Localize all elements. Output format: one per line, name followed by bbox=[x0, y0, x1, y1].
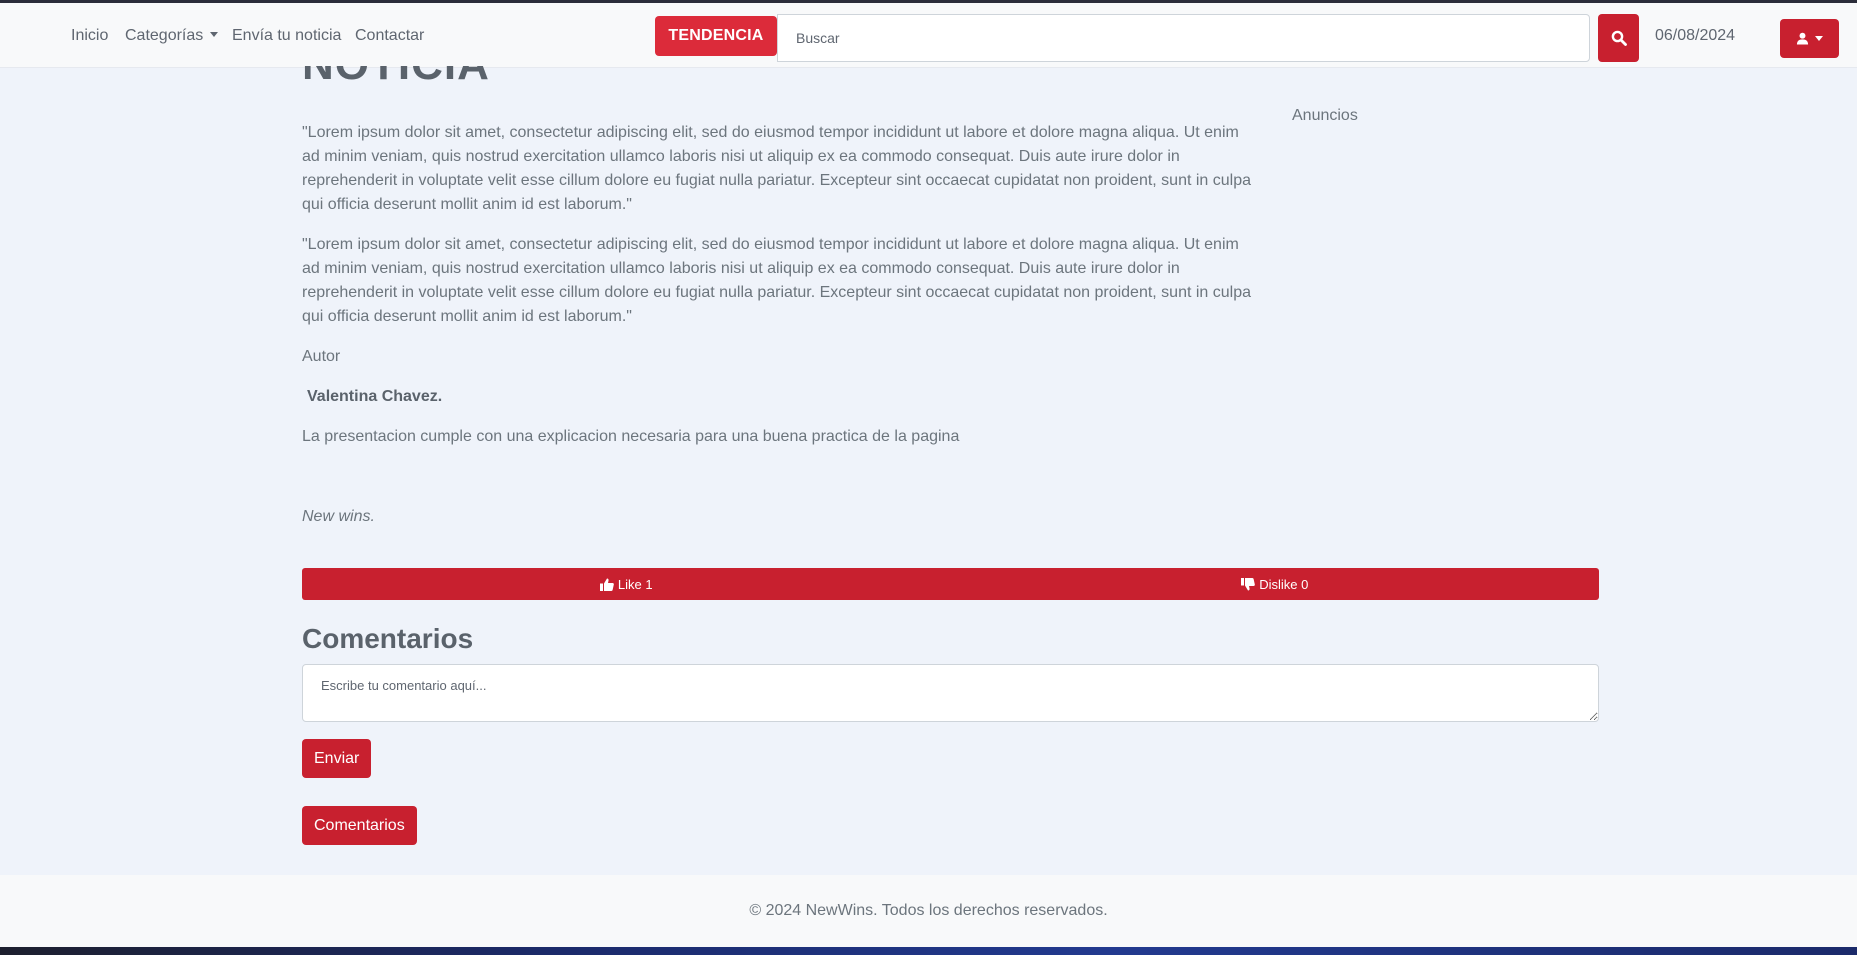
show-comments-button[interactable]: Comentarios bbox=[302, 806, 417, 845]
thumbs-up-icon bbox=[599, 578, 614, 591]
article-paragraph: "Lorem ipsum dolor sit amet, consectetur… bbox=[302, 236, 1252, 325]
search-button[interactable] bbox=[1598, 14, 1639, 62]
article-note: La presentacion cumple con una explicaci… bbox=[302, 428, 960, 445]
page-footer: © 2024 NewWins. Todos los derechos reser… bbox=[0, 875, 1857, 947]
submit-comment-button[interactable]: Enviar bbox=[302, 739, 372, 778]
current-date: 06/08/2024 bbox=[1655, 27, 1736, 44]
dislike-button[interactable]: Dislike 0 bbox=[951, 568, 1600, 600]
dislike-label: Dislike 0 bbox=[1259, 576, 1309, 592]
top-navbar: Inicio Categorías Envía tu noticia Conta… bbox=[0, 3, 1857, 68]
trend-button[interactable]: TENDENCIA bbox=[655, 16, 777, 56]
user-menu-button[interactable] bbox=[1780, 19, 1839, 58]
taskbar-edge bbox=[0, 947, 1857, 955]
search-input[interactable] bbox=[777, 14, 1590, 62]
article-paragraph: "Lorem ipsum dolor sit amet, consectetur… bbox=[302, 124, 1252, 213]
nav-link-contactar[interactable]: Contactar bbox=[355, 27, 424, 45]
author-label: Autor bbox=[302, 348, 341, 365]
ads-sidebar-label: Anuncios bbox=[1292, 107, 1358, 124]
like-label: Like 1 bbox=[617, 576, 653, 592]
search-icon bbox=[1611, 30, 1627, 46]
nav-dropdown-label: Categorías bbox=[125, 27, 204, 44]
nav-dropdown-categorias[interactable]: Categorías bbox=[125, 27, 219, 45]
comments-title: Comentarios bbox=[302, 623, 474, 654]
nav-link-envia-noticia[interactable]: Envía tu noticia bbox=[232, 27, 341, 45]
copyright-text: © 2024 NewWins. Todos los derechos reser… bbox=[749, 902, 1108, 919]
nav-link-inicio[interactable]: Inicio bbox=[71, 27, 108, 45]
user-icon bbox=[1796, 32, 1809, 45]
comment-textarea[interactable] bbox=[302, 664, 1599, 722]
article-source: New wins. bbox=[302, 508, 375, 525]
caret-down-icon bbox=[210, 32, 219, 37]
caret-down-icon bbox=[1815, 36, 1823, 41]
like-button[interactable]: Like 1 bbox=[302, 568, 951, 600]
reactions-bar: Like 1 Dislike 0 bbox=[302, 568, 1599, 600]
author-name: Valentina Chavez. bbox=[307, 388, 443, 405]
thumbs-down-icon bbox=[1241, 577, 1256, 590]
